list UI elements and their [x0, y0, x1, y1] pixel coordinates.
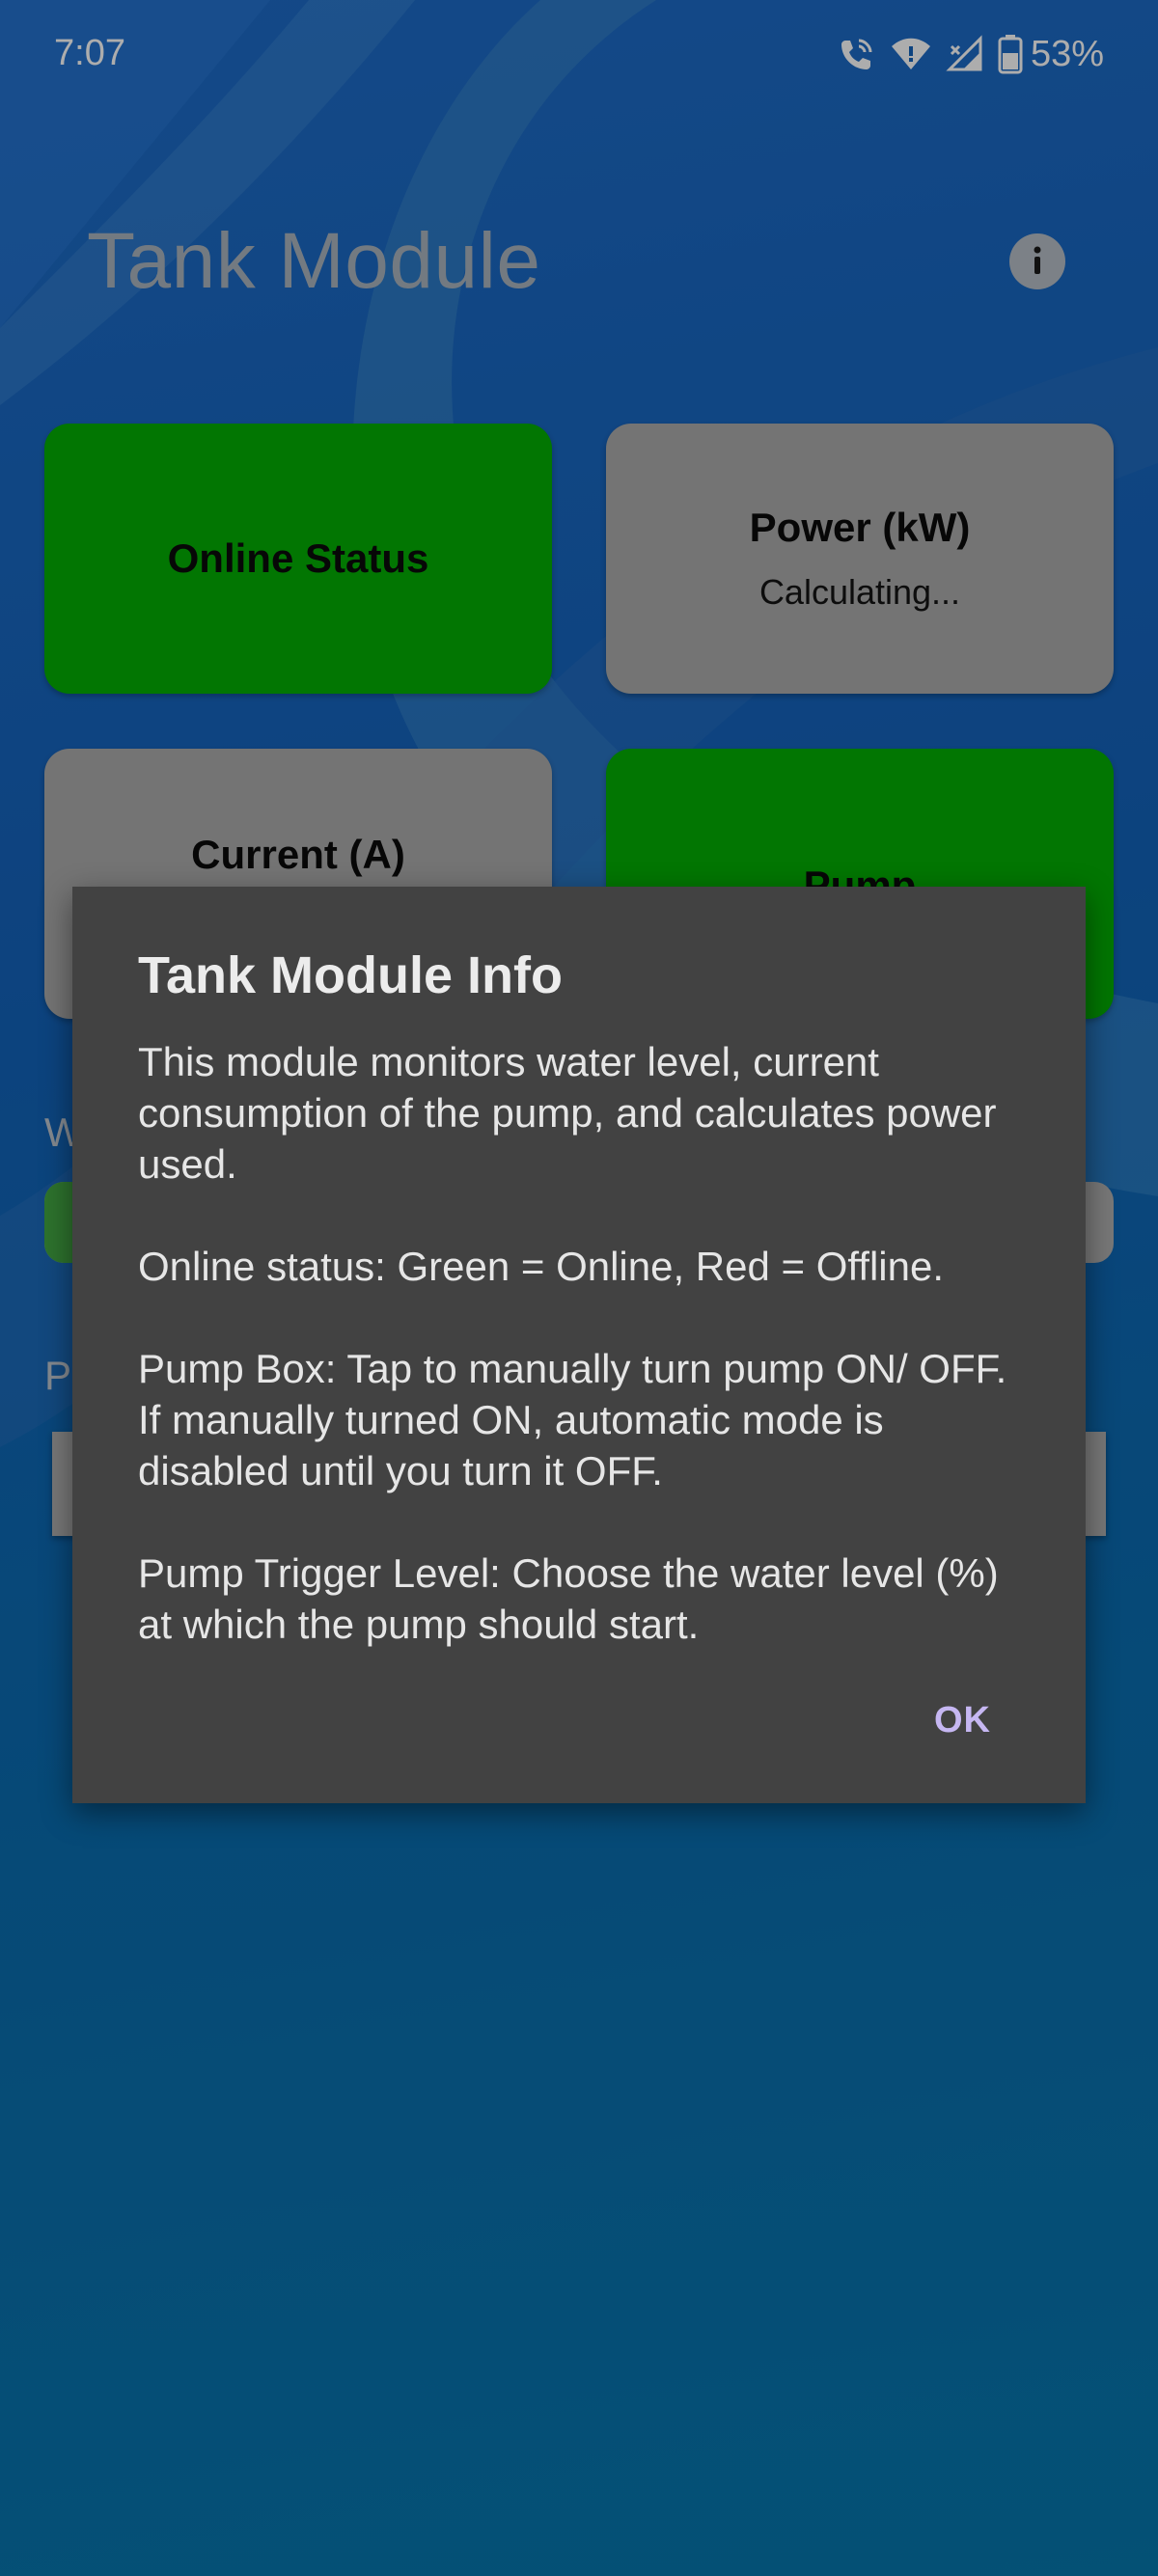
dialog-title: Tank Module Info [138, 946, 563, 1004]
app-screen: 7:07 53% Tank Module Online Status Power… [0, 0, 1158, 2576]
dialog-paragraph: Online status: Green = Online, Red = Off… [138, 1243, 945, 1289]
dialog-body: This module monitors water level, curren… [138, 1036, 1020, 1650]
dialog-paragraph: This module monitors water level, curren… [138, 1038, 997, 1187]
dialog-paragraph: Pump Trigger Level: Choose the water lev… [138, 1549, 999, 1647]
dialog-paragraph: Pump Box: Tap to manually turn pump ON/ … [138, 1345, 1007, 1494]
info-dialog: Tank Module Info This module monitors wa… [72, 887, 1086, 1803]
ok-button[interactable]: OK [919, 1688, 1006, 1753]
